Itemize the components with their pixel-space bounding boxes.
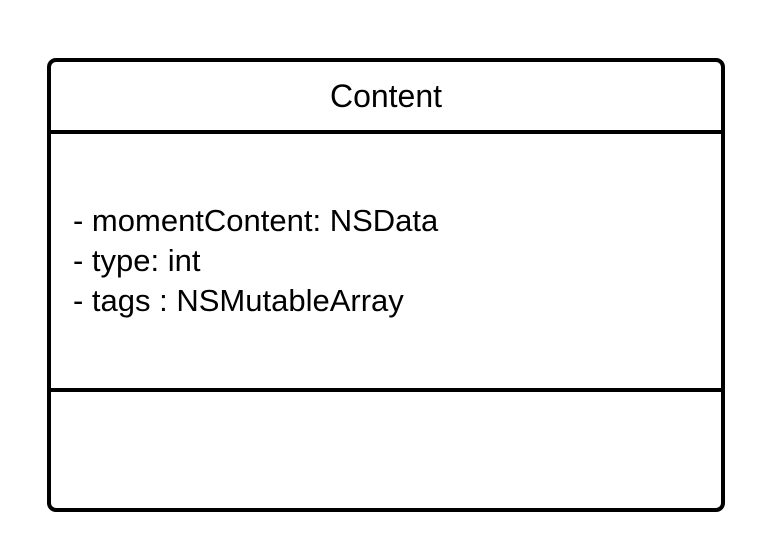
class-name: Content: [329, 77, 443, 114]
uml-class-box: Content - momentContent: NSData - type: …: [47, 58, 725, 512]
attribute-item: - tags : NSMutableArray: [73, 283, 404, 318]
attribute-item: - type: int: [73, 243, 201, 278]
attribute-list: - momentContent: NSData - type: int - ta…: [73, 201, 438, 321]
attributes-compartment: - momentContent: NSData - type: int - ta…: [51, 134, 721, 392]
attribute-item: - momentContent: NSData: [73, 203, 439, 238]
methods-compartment: [51, 392, 721, 508]
class-name-compartment: Content: [51, 62, 721, 134]
